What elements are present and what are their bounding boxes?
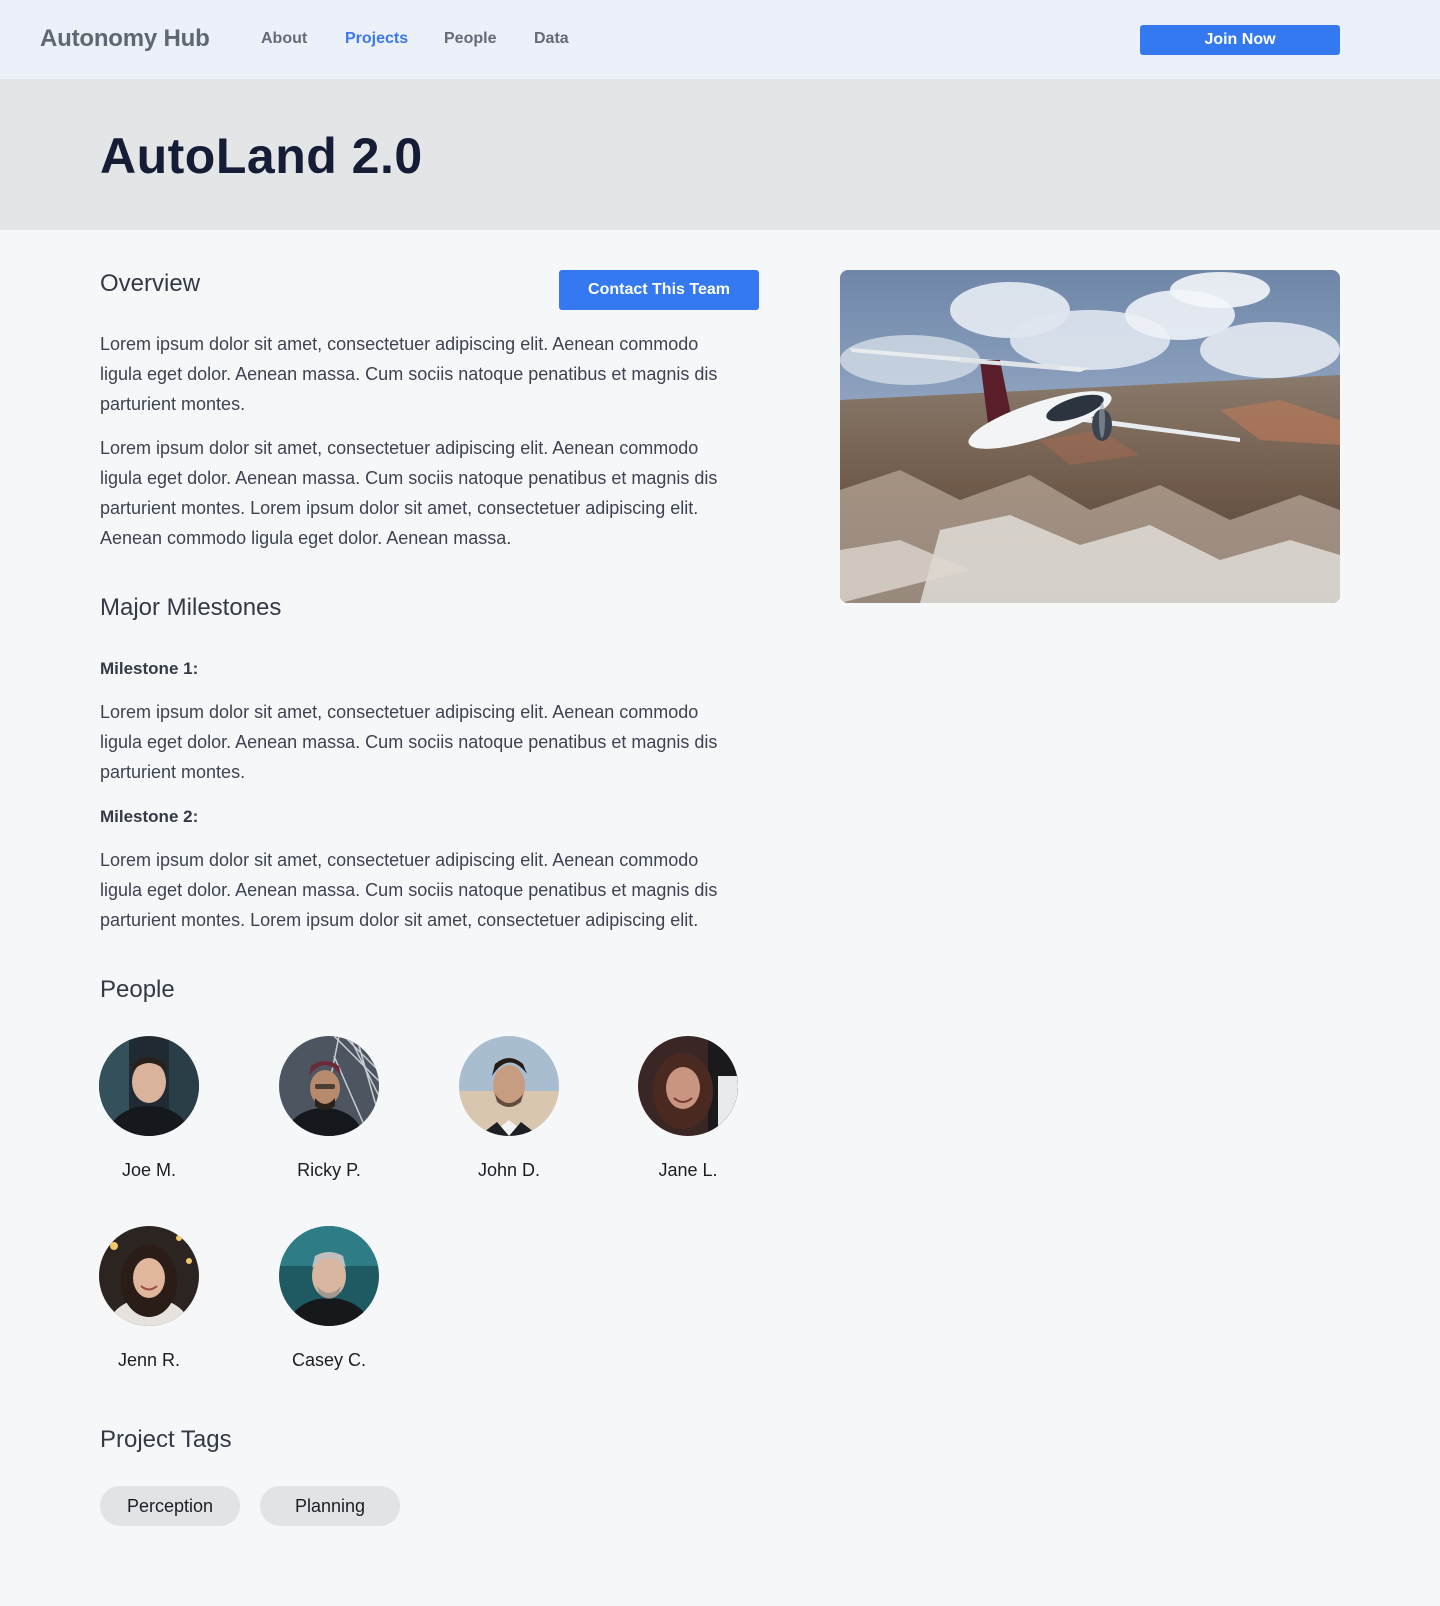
person-name: Jenn R. (117, 1350, 181, 1370)
overview-heading: Overview (100, 270, 201, 297)
person-card[interactable]: Jane L. (638, 1036, 778, 1196)
aircraft-photo (840, 270, 1340, 603)
avatar (459, 1036, 559, 1136)
overview-paragraph: Lorem ipsum dolor sit amet, consectetuer… (100, 438, 718, 548)
tag-perception[interactable]: Perception (100, 1486, 240, 1526)
nav-link-people[interactable]: People (444, 30, 496, 48)
project-image (840, 270, 1340, 603)
people-heading: People (100, 976, 175, 1003)
tag-planning[interactable]: Planning (260, 1486, 400, 1526)
avatar (279, 1226, 379, 1326)
person-name: Ricky P. (297, 1160, 361, 1180)
milestone-text: Lorem ipsum dolor sit amet, consectetuer… (100, 702, 718, 782)
nav-link-projects[interactable]: Projects (345, 30, 408, 48)
top-nav: Autonomy Hub About Projects People Data … (0, 0, 1440, 79)
project-tags-heading: Project Tags (100, 1426, 232, 1453)
avatar (638, 1036, 738, 1136)
avatar (99, 1036, 199, 1136)
person-card[interactable]: John D. (459, 1036, 599, 1196)
person-card[interactable]: Jenn R. (99, 1226, 239, 1386)
person-card[interactable]: Joe M. (99, 1036, 239, 1196)
milestone-label: Milestone 1: (100, 659, 199, 678)
milestones-heading: Major Milestones (100, 594, 282, 621)
brand-logo[interactable]: Autonomy Hub (40, 25, 210, 53)
hero-banner: AutoLand 2.0 (0, 79, 1440, 230)
overview-paragraph: Lorem ipsum dolor sit amet, consectetuer… (100, 334, 718, 414)
page-title: AutoLand 2.0 (100, 128, 423, 184)
join-now-button[interactable]: Join Now (1140, 25, 1340, 55)
milestone-label: Milestone 2: (100, 807, 199, 826)
person-name: Jane L. (658, 1160, 718, 1180)
person-name: Joe M. (121, 1160, 177, 1180)
avatar (279, 1036, 379, 1136)
person-name: John D. (477, 1160, 541, 1180)
avatar (99, 1226, 199, 1326)
person-card[interactable]: Casey C. (279, 1226, 419, 1386)
milestone-text: Lorem ipsum dolor sit amet, consectetuer… (100, 850, 718, 930)
person-name: Casey C. (291, 1350, 367, 1370)
person-card[interactable]: Ricky P. (279, 1036, 419, 1196)
nav-link-data[interactable]: Data (534, 30, 569, 48)
nav-link-about[interactable]: About (261, 30, 307, 48)
contact-team-button[interactable]: Contact This Team (559, 270, 759, 310)
